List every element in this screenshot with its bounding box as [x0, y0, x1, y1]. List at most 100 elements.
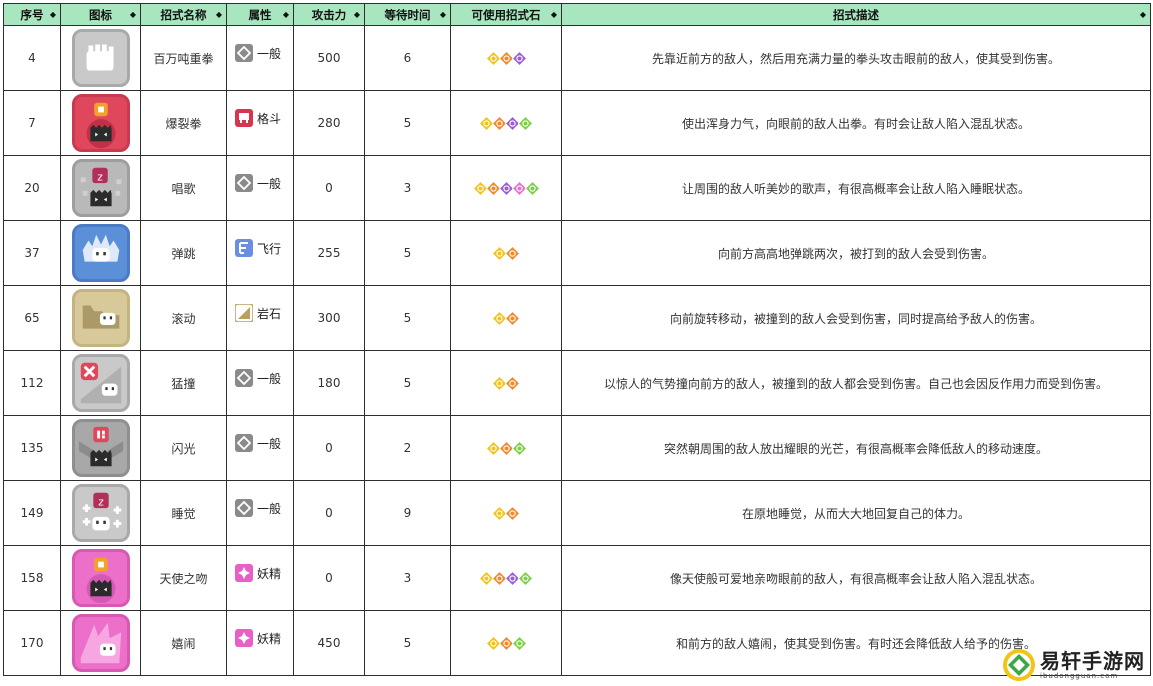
- table-header-row: 序号 ◆ 图标 ◆ 招式名称 ◆ 属性 ◆ 攻击力 ◆ 等待时间 ◆ 可使用招式石 ◆ 招式描述 ◆: [3, 3, 1151, 26]
- attack-power: 0: [293, 415, 365, 481]
- table-row: 112 猛撞 一般 180 5 以惊人的气势撞向前方的敌人，被撞到的敌人都会受到伤害…: [3, 350, 1151, 416]
- wait-time: 2: [364, 415, 451, 481]
- column-header-7[interactable]: 招式描述 ◆: [561, 3, 1151, 26]
- move-type-label: 一般: [257, 501, 282, 516]
- site-logo[interactable]: 易轩手游网 ibudongguan.com: [1002, 645, 1152, 685]
- move-number: 4: [3, 25, 61, 91]
- wait-time: 6: [364, 25, 451, 91]
- fighting-type-icon: [235, 109, 253, 127]
- move-icon-cell: [60, 610, 141, 676]
- column-header-label: 图标: [89, 7, 112, 22]
- move-description: 使出浑身力气，向眼前的敌人出拳。有时会让敌人陷入混乱状态。: [561, 90, 1151, 156]
- attack-power: 0: [293, 155, 365, 221]
- move-type-label: 格斗: [257, 111, 282, 126]
- move-type-cell: 妖精: [226, 610, 294, 676]
- bounce-move-icon: [71, 224, 130, 282]
- wait-time: 5: [364, 610, 451, 676]
- table-row: 135 闪光 一般 0 2 突然朝周围的敌人放出耀眼的光芒，有很高概率会降低敌人的移…: [3, 415, 1151, 481]
- move-name-link[interactable]: 嬉闹: [140, 610, 227, 676]
- normal-type-icon: [235, 434, 253, 452]
- move-stones-cell: [450, 610, 562, 676]
- orange-stone-icon: [505, 375, 520, 391]
- move-type-label: 妖精: [257, 566, 282, 581]
- move-number: 7: [3, 90, 61, 156]
- move-number: 170: [3, 610, 61, 676]
- column-header-label: 招式描述: [833, 7, 879, 22]
- sort-arrows-icon[interactable]: ◆: [354, 10, 360, 19]
- move-name-link[interactable]: 爆裂拳: [140, 90, 227, 156]
- move-type-label: 一般: [257, 176, 282, 191]
- move-stones-cell: [450, 415, 562, 481]
- move-stones-cell: [450, 220, 562, 286]
- column-header-1[interactable]: 图标 ◆: [60, 3, 141, 26]
- table-row: 37 弹跳 飞行 255 5 向前方高高地弹跳两次，被打到的敌人会受到伤害。: [3, 220, 1151, 286]
- attack-power: 280: [293, 90, 365, 156]
- column-header-label: 序号: [20, 7, 44, 22]
- move-name-link[interactable]: 猛撞: [140, 350, 227, 416]
- move-type-cell: 妖精: [226, 545, 294, 611]
- rest-move-icon: z: [71, 484, 130, 542]
- move-name-link[interactable]: 闪光: [140, 415, 227, 481]
- move-name-link[interactable]: 睡觉: [140, 480, 227, 546]
- wait-time: 3: [364, 155, 451, 221]
- move-description: 像天使般可爱地亲吻眼前的敌人，有很高概率会让敌人陷入混乱状态。: [561, 545, 1151, 611]
- column-header-label: 属性: [248, 7, 272, 22]
- move-number: 37: [3, 220, 61, 286]
- wait-time: 5: [364, 220, 451, 286]
- move-name-link[interactable]: 百万吨重拳: [140, 25, 227, 91]
- column-header-0[interactable]: 序号 ◆: [3, 3, 61, 26]
- orange-stone-icon: [505, 505, 520, 521]
- column-header-4[interactable]: 攻击力 ◆: [293, 3, 365, 26]
- move-name-link[interactable]: 滚动: [140, 285, 227, 351]
- fairy-type-icon: [235, 629, 253, 647]
- table-body: 4 百万吨重拳 一般 500 6 先靠近前方的敌人，然后用充满力量的拳头攻击眼前的敌…: [3, 25, 1151, 676]
- move-description: 向前方高高地弹跳两次，被打到的敌人会受到伤害。: [561, 220, 1151, 286]
- kiss-move-icon: [71, 549, 130, 607]
- sort-arrows-icon[interactable]: ◆: [50, 10, 56, 19]
- move-stones-cell: [450, 155, 562, 221]
- move-icon-cell: [60, 350, 141, 416]
- move-type-label: 一般: [257, 436, 282, 451]
- attack-power: 0: [293, 480, 365, 546]
- move-name-link[interactable]: 弹跳: [140, 220, 227, 286]
- attack-power: 300: [293, 285, 365, 351]
- wait-time: 9: [364, 480, 451, 546]
- move-description: 以惊人的气势撞向前方的敌人，被撞到的敌人都会受到伤害。自己也会因反作用力而受到伤…: [561, 350, 1151, 416]
- move-icon-cell: [60, 545, 141, 611]
- rock-type-icon: [235, 304, 253, 322]
- move-name-link[interactable]: 唱歌: [140, 155, 227, 221]
- move-type-label: 岩石: [257, 306, 282, 321]
- move-type-cell: 飞行: [226, 220, 294, 286]
- sort-arrows-icon[interactable]: ◆: [440, 10, 446, 19]
- sleep-dots-move-icon: z: [71, 159, 130, 217]
- move-name-link[interactable]: 天使之吻: [140, 545, 227, 611]
- move-stones-cell: [450, 350, 562, 416]
- move-description: 先靠近前方的敌人，然后用充满力量的拳头攻击眼前的敌人，使其受到伤害。: [561, 25, 1151, 91]
- wait-time: 5: [364, 350, 451, 416]
- sort-arrows-icon[interactable]: ◆: [283, 10, 289, 19]
- sort-arrows-icon[interactable]: ◆: [551, 10, 557, 19]
- move-type-cell: 一般: [226, 25, 294, 91]
- green-stone-icon: [511, 440, 527, 456]
- column-header-5[interactable]: 等待时间 ◆: [364, 3, 451, 26]
- column-header-2[interactable]: 招式名称 ◆: [140, 3, 227, 26]
- fist-move-icon: [71, 29, 130, 87]
- move-icon-cell: [60, 25, 141, 91]
- sort-arrows-icon[interactable]: ◆: [216, 10, 222, 19]
- attack-power: 450: [293, 610, 365, 676]
- confuse-burst-move-icon: [71, 94, 130, 152]
- sort-arrows-icon[interactable]: ◆: [130, 10, 136, 19]
- green-stone-icon: [524, 180, 540, 196]
- move-stones-cell: [450, 545, 562, 611]
- green-stone-icon: [518, 570, 533, 586]
- table-row: 170 嬉闹 妖精 450 5 和前方的敌人嬉闹，使其受到伤害。有时还会降低敌人给予…: [3, 610, 1151, 676]
- move-number: 20: [3, 155, 61, 221]
- attack-power: 0: [293, 545, 365, 611]
- move-type-label: 妖精: [257, 631, 282, 646]
- column-header-6[interactable]: 可使用招式石 ◆: [450, 3, 562, 26]
- move-type-cell: 岩石: [226, 285, 294, 351]
- move-description: 向前旋转移动，被撞到的敌人会受到伤害，同时提高给予敌人的伤害。: [561, 285, 1151, 351]
- column-header-3[interactable]: 属性 ◆: [226, 3, 294, 26]
- sort-arrows-icon[interactable]: ◆: [1140, 10, 1146, 19]
- move-description: 突然朝周围的敌人放出耀眼的光芒，有很高概率会降低敌人的移动速度。: [561, 415, 1151, 481]
